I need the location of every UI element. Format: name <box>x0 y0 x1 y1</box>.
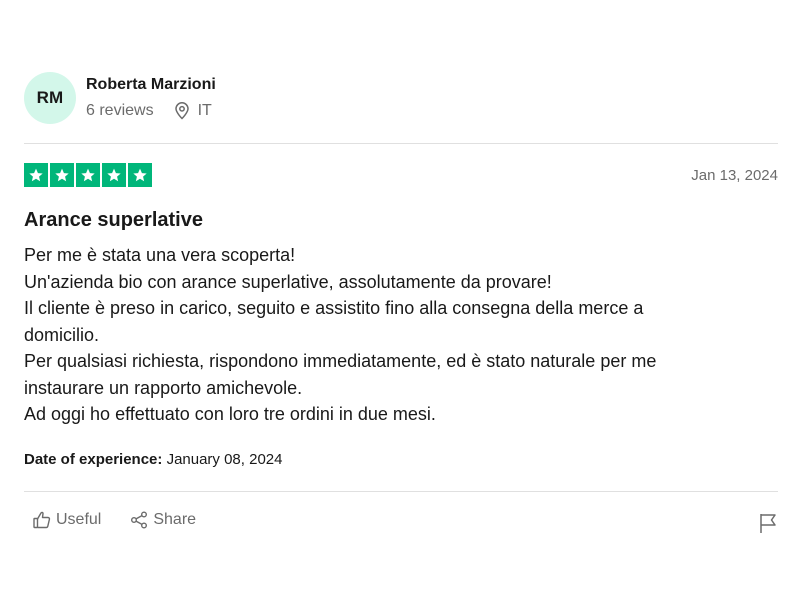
useful-button[interactable]: Useful <box>32 510 101 530</box>
avatar-initials: RM <box>36 88 64 107</box>
review-body-line: Ad oggi ho effettuato con loro tre ordin… <box>24 404 436 424</box>
star-icon <box>76 163 100 187</box>
star-icon <box>102 163 126 187</box>
report-flag-button[interactable] <box>758 512 778 534</box>
review-body-line: domicilio. <box>24 324 100 345</box>
review-actions: Useful Share <box>32 510 224 530</box>
reviewer-country: IT <box>197 102 212 119</box>
avatar[interactable]: RM <box>24 72 76 124</box>
experience-label: Date of experience: <box>24 451 163 468</box>
thumbs-up-icon <box>33 511 51 529</box>
reviews-count: 6 reviews <box>86 102 154 119</box>
reviewer-header: RM Roberta Marzioni 6 reviews IT <box>24 72 216 124</box>
review-body-line: Per qualsiasi richiesta, rispondono imme… <box>24 351 657 371</box>
review-date: Jan 13, 2024 <box>691 167 778 184</box>
divider <box>24 491 778 492</box>
star-rating <box>24 163 152 187</box>
reviewer-name[interactable]: Roberta Marzioni <box>86 75 216 95</box>
flag-icon <box>760 514 776 533</box>
date-of-experience: Date of experience: January 08, 2024 <box>24 450 282 470</box>
review-body: Per me è stata una vera scoperta! Un'azie… <box>24 242 764 428</box>
share-button[interactable]: Share <box>129 510 196 530</box>
location-pin-icon <box>174 102 190 120</box>
star-icon <box>128 163 152 187</box>
review-body-line: Per me è stata una vera scoperta! <box>24 245 296 265</box>
share-icon <box>131 511 148 529</box>
review-body-line: Un'azienda bio con arance superlative, a… <box>24 271 552 292</box>
divider <box>24 143 778 144</box>
reviewer-meta: Roberta Marzioni 6 reviews IT <box>86 75 216 121</box>
experience-date: January 08, 2024 <box>166 451 283 468</box>
reviewer-sub: 6 reviews IT <box>86 101 216 121</box>
review-title[interactable]: Arance superlative <box>24 206 203 234</box>
useful-label: Useful <box>56 511 102 528</box>
star-icon <box>24 163 48 187</box>
star-icon <box>50 163 74 187</box>
review-body-line: instaurare un rapporto amichevole. <box>24 377 303 398</box>
share-label: Share <box>153 511 197 528</box>
review-body-line: Il cliente è preso in carico, seguito e … <box>24 298 644 318</box>
